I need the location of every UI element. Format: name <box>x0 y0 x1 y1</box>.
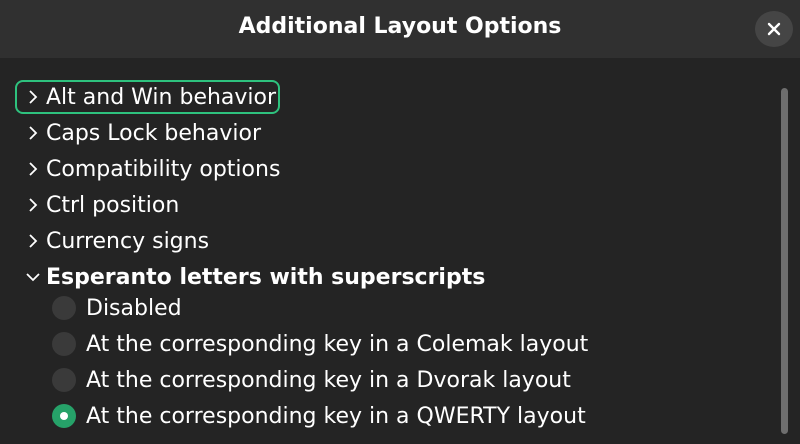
chevron-right-icon <box>29 162 38 176</box>
close-button[interactable] <box>755 11 793 47</box>
scrollbar[interactable] <box>781 88 788 434</box>
tree-item-label: Alt and Win behavior <box>46 84 277 110</box>
radio-option-qwerty[interactable]: At the corresponding key in a QWERTY lay… <box>52 401 586 431</box>
dialog-title: Additional Layout Options <box>238 14 562 39</box>
tree-item-esperanto-letters[interactable]: Esperanto letters with superscripts <box>22 262 485 292</box>
radio-label: Disabled <box>86 295 182 321</box>
options-tree: Alt and Win behavior Caps Lock behavior … <box>0 58 800 444</box>
radio-label: At the corresponding key in a QWERTY lay… <box>86 403 586 429</box>
radio-option-colemak[interactable]: At the corresponding key in a Colemak la… <box>52 329 588 359</box>
tree-item-ctrl-position[interactable]: Ctrl position <box>22 190 179 220</box>
chevron-right-icon <box>29 234 38 248</box>
header-bar: Additional Layout Options <box>0 0 800 58</box>
tree-item-label: Esperanto letters with superscripts <box>46 264 486 290</box>
dialog-window: Additional Layout Options Alt and Win be… <box>0 0 800 444</box>
tree-item-caps-lock-behavior[interactable]: Caps Lock behavior <box>22 118 261 148</box>
radio-label: At the corresponding key in a Dvorak lay… <box>86 367 571 393</box>
tree-item-label: Ctrl position <box>46 192 180 218</box>
chevron-right-icon <box>29 90 38 104</box>
tree-item-label: Compatibility options <box>46 156 281 182</box>
radio-button[interactable] <box>52 332 76 356</box>
close-icon <box>767 22 781 36</box>
radio-option-dvorak[interactable]: At the corresponding key in a Dvorak lay… <box>52 365 571 395</box>
tree-item-currency-signs[interactable]: Currency signs <box>22 226 209 256</box>
tree-item-alt-win-behavior[interactable]: Alt and Win behavior <box>14 80 281 114</box>
tree-item-compatibility-options[interactable]: Compatibility options <box>22 154 280 184</box>
chevron-down-icon <box>26 273 40 282</box>
radio-label: At the corresponding key in a Colemak la… <box>86 331 589 357</box>
tree-item-label: Caps Lock behavior <box>46 120 261 146</box>
radio-button[interactable] <box>52 296 76 320</box>
radio-option-disabled[interactable]: Disabled <box>52 293 182 323</box>
radio-button[interactable] <box>52 368 76 392</box>
tree-item-label: Currency signs <box>46 228 210 254</box>
chevron-right-icon <box>29 126 38 140</box>
radio-button-selected[interactable] <box>52 404 76 428</box>
chevron-right-icon <box>29 198 38 212</box>
